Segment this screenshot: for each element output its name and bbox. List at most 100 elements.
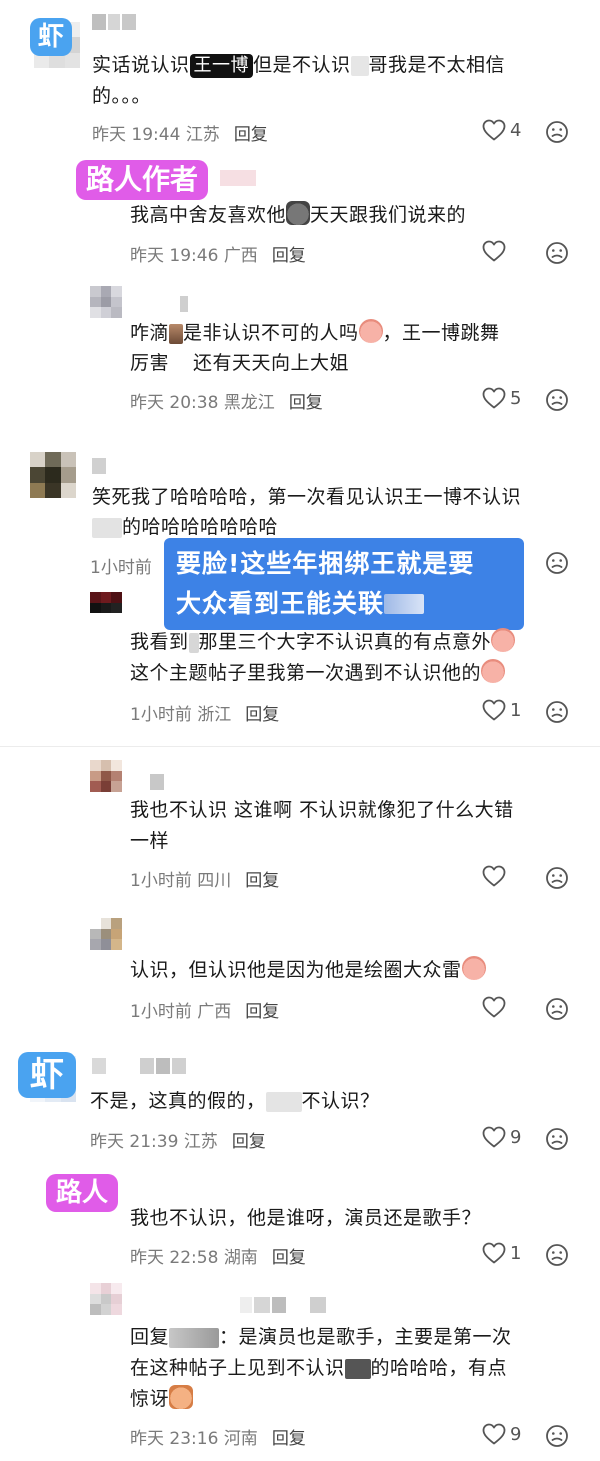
- like-button[interactable]: 1: [482, 699, 521, 721]
- divider: [0, 746, 600, 747]
- like-button[interactable]: 4: [482, 119, 521, 141]
- reply-button[interactable]: 回复: [272, 1248, 306, 1268]
- username-blurred[interactable]: [220, 170, 256, 186]
- comment-text-line3: 惊讶: [130, 1384, 194, 1415]
- frown-face-icon[interactable]: [545, 241, 569, 265]
- username-blurred[interactable]: [150, 774, 166, 790]
- reply-button[interactable]: 回复: [272, 246, 306, 266]
- like-button[interactable]: 5: [482, 387, 521, 409]
- avatar[interactable]: [90, 1283, 122, 1315]
- like-count: 9: [510, 1423, 522, 1445]
- comment-text-line2: 的。。。: [92, 85, 152, 107]
- callout-line1: 要脸!这些年捆绑王就是要: [176, 549, 475, 578]
- username-blurred[interactable]: [92, 1058, 196, 1074]
- like-count: 1: [510, 699, 522, 721]
- frown-face-icon[interactable]: [545, 866, 569, 890]
- blurred-word: [188, 632, 199, 653]
- frown-face-icon[interactable]: [545, 1243, 569, 1267]
- username-blurred[interactable]: [240, 1297, 332, 1313]
- comment-text-line2: 在这种帖子上见到不认识 的哈哈哈，有点: [130, 1357, 508, 1379]
- comment-text-line2: 一样: [130, 830, 170, 852]
- comment-meta: 1小时前: [90, 558, 152, 578]
- frown-face-icon[interactable]: [545, 1424, 569, 1448]
- frown-face-icon[interactable]: [545, 1127, 569, 1151]
- reply-button[interactable]: 回复: [245, 871, 279, 891]
- frown-face-icon[interactable]: [545, 997, 569, 1021]
- reply-button[interactable]: 回复: [272, 1429, 306, 1449]
- comment-text-line2: 厉害 还有天天向上大姐: [130, 352, 350, 374]
- reply-button[interactable]: 回复: [245, 705, 279, 725]
- like-button[interactable]: 9: [482, 1423, 521, 1445]
- reply-button[interactable]: 回复: [234, 125, 268, 145]
- heart-outline-icon: [482, 387, 506, 409]
- owl-emoji-icon: [169, 1385, 194, 1409]
- reply-button[interactable]: 回复: [289, 393, 323, 413]
- masked-name: 王一博: [189, 54, 254, 78]
- shrimp-tag: 虾: [30, 18, 73, 56]
- username-blurred[interactable]: [92, 458, 108, 474]
- comment-meta: 1小时前 广西 回复: [130, 1002, 280, 1022]
- passerby-tag: 路人: [46, 1174, 119, 1212]
- heart-outline-icon: [482, 996, 506, 1018]
- blurred-word: [344, 1358, 371, 1379]
- heart-outline-icon: [482, 119, 506, 141]
- frown-face-icon[interactable]: [545, 388, 569, 412]
- like-count: 4: [510, 119, 522, 141]
- comment-meta: 昨天 23:16 河南 回复: [130, 1429, 306, 1449]
- comment-text: 笑死我了哈哈哈哈，第一次看见认识王一博不认识: [92, 486, 522, 508]
- blurred-word: [265, 1091, 302, 1112]
- comment-text: 我也不认识 这谁啊 不认识就像犯了什么大错: [130, 799, 514, 821]
- heart-outline-icon: [482, 1423, 506, 1445]
- crying-emoji-icon: [491, 628, 516, 652]
- avatar[interactable]: [90, 286, 122, 318]
- passerby-author-tag: 路人作者: [76, 160, 209, 200]
- callout-line2: 大众看到王能关联: [176, 584, 512, 624]
- crying-emoji-icon: [461, 956, 486, 980]
- comment-meta: 昨天 21:39 江苏 回复: [90, 1132, 266, 1152]
- username-blurred[interactable]: [180, 296, 190, 312]
- shrimp-tag: 虾: [18, 1052, 76, 1098]
- like-button[interactable]: 9: [482, 1126, 521, 1148]
- comment-meta: 1小时前 四川 回复: [130, 871, 280, 891]
- pig-emoji-icon: [358, 319, 383, 343]
- overlay-callout: 要脸!这些年捆绑王就是要 大众看到王能关联: [164, 538, 524, 630]
- blurred-name: [169, 1327, 220, 1348]
- comment-text-line2: 这个主题帖子里我第一次遇到不认识他的: [130, 658, 506, 689]
- avatar[interactable]: [90, 760, 122, 792]
- like-count: 5: [510, 387, 522, 409]
- like-count: 1: [510, 1242, 522, 1264]
- like-count: 9: [510, 1126, 522, 1148]
- comment-meta: 昨天 19:46 广西 回复: [130, 246, 306, 266]
- reply-button[interactable]: 回复: [232, 1132, 266, 1152]
- frown-face-icon[interactable]: [545, 551, 569, 575]
- heart-outline-icon: [482, 865, 506, 887]
- like-button[interactable]: [482, 996, 510, 1018]
- blurred-word: [350, 55, 369, 76]
- comment-text: 认识，但认识他是因为他是绘圈大众雷: [130, 955, 486, 986]
- heart-outline-icon: [482, 1126, 506, 1148]
- heart-outline-icon: [482, 1242, 506, 1264]
- username-blurred[interactable]: [92, 14, 136, 30]
- reply-button[interactable]: 回复: [245, 1002, 279, 1022]
- comment-text: 我看到 那里三个大字不认识真的有点意外: [130, 627, 516, 658]
- comment-meta: 昨天 20:38 黑龙江 回复: [130, 393, 323, 413]
- like-button[interactable]: 1: [482, 1242, 521, 1264]
- comment-text: 我高中舍友喜欢他 天天跟我们说来的: [130, 200, 466, 231]
- comment-text: 实话说认识 王一博 但是不认识 哥我是不太相信: [92, 54, 506, 78]
- comment-meta: 1小时前 浙江 回复: [130, 705, 280, 725]
- comment-meta: 昨天 22:58 湖南 回复: [130, 1248, 306, 1268]
- like-button[interactable]: [482, 240, 510, 262]
- like-button[interactable]: [482, 865, 510, 887]
- avatar[interactable]: [90, 918, 122, 950]
- cat-emoji-icon: [286, 201, 311, 225]
- comment-text: 不是，这真的假的， 不认识？: [90, 1090, 380, 1112]
- frown-face-icon[interactable]: [545, 700, 569, 724]
- crying-emoji-icon: [481, 659, 506, 683]
- frown-face-icon[interactable]: [545, 120, 569, 144]
- heart-outline-icon: [482, 699, 506, 721]
- comment-text: 我也不认识，他是谁呀，演员还是歌手？: [130, 1207, 482, 1229]
- avatar[interactable]: [90, 592, 122, 624]
- avatar[interactable]: [30, 452, 76, 498]
- blurred-word: [92, 517, 122, 538]
- comment-text: 回复 ：是演员也是歌手，主要是第一次: [130, 1326, 512, 1348]
